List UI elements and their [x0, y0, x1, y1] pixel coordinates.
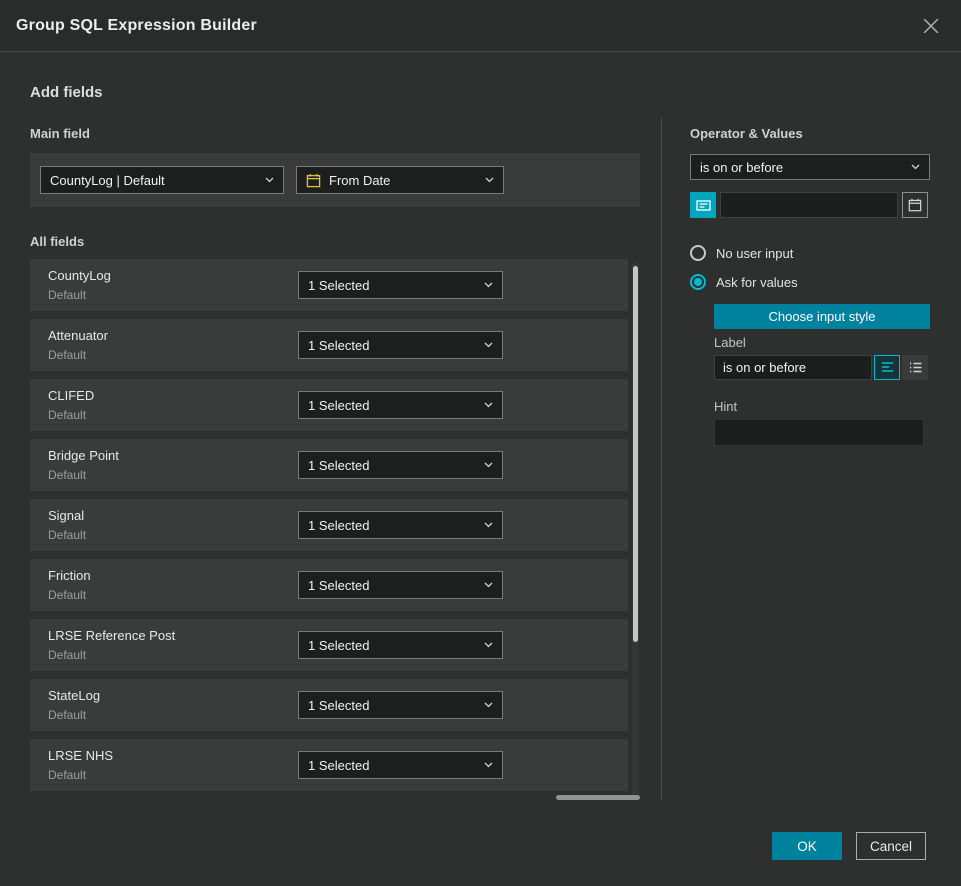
- chevron-down-icon: [484, 642, 493, 648]
- field-selection-select[interactable]: 1 Selected: [298, 571, 503, 599]
- cancel-button[interactable]: Cancel: [856, 832, 926, 860]
- value-input[interactable]: [720, 192, 898, 218]
- field-sublabel: Default: [48, 648, 86, 662]
- field-row: Attenuator Default 1 Selected: [30, 319, 628, 371]
- dialog-titlebar: Group SQL Expression Builder: [0, 0, 961, 52]
- field-name: CountyLog: [48, 268, 111, 283]
- field-sublabel: Default: [48, 588, 86, 602]
- hint-field-label: Hint: [714, 399, 737, 414]
- chevron-down-icon: [484, 282, 493, 288]
- align-left-icon: [881, 361, 894, 374]
- dialog-title: Group SQL Expression Builder: [16, 17, 257, 35]
- list-icon: [909, 361, 922, 374]
- field-sublabel: Default: [48, 768, 86, 782]
- field-row: LRSE NHS Default 1 Selected: [30, 739, 628, 791]
- field-name: Signal: [48, 508, 84, 523]
- operator-values-heading: Operator & Values: [690, 126, 803, 141]
- ok-button[interactable]: OK: [772, 832, 842, 860]
- field-name: Bridge Point: [48, 448, 119, 463]
- chevron-down-icon: [484, 402, 493, 408]
- close-button[interactable]: [917, 12, 945, 40]
- input-field-icon: [696, 198, 711, 213]
- field-row: StateLog Default 1 Selected: [30, 679, 628, 731]
- input-style-text-button[interactable]: [874, 355, 900, 380]
- field-name: LRSE NHS: [48, 748, 113, 763]
- column-divider: [661, 118, 662, 800]
- field-selection-select[interactable]: 1 Selected: [298, 691, 503, 719]
- field-sublabel: Default: [48, 528, 86, 542]
- main-field-date-select[interactable]: From Date: [296, 166, 504, 194]
- field-sublabel: Default: [48, 708, 86, 722]
- operator-select-value: is on or before: [700, 160, 783, 175]
- operator-select[interactable]: is on or before: [690, 154, 930, 180]
- add-fields-heading: Add fields: [30, 84, 103, 101]
- chevron-down-icon: [484, 762, 493, 768]
- field-row: CLIFED Default 1 Selected: [30, 379, 628, 431]
- all-fields-heading: All fields: [30, 234, 84, 249]
- calendar-icon: [306, 173, 321, 188]
- field-row: CountyLog Default 1 Selected: [30, 259, 628, 311]
- field-selection-select[interactable]: 1 Selected: [298, 751, 503, 779]
- field-row: LRSE Reference Post Default 1 Selected: [30, 619, 628, 671]
- field-row: Friction Default 1 Selected: [30, 559, 628, 611]
- field-name: LRSE Reference Post: [48, 628, 175, 643]
- field-selection-select[interactable]: 1 Selected: [298, 271, 503, 299]
- input-mode-button[interactable]: [690, 192, 716, 218]
- chevron-down-icon: [484, 462, 493, 468]
- horizontal-scrollbar-thumb[interactable]: [556, 795, 640, 800]
- field-selection-select[interactable]: 1 Selected: [298, 511, 503, 539]
- field-sublabel: Default: [48, 348, 86, 362]
- radio-checked-icon: [690, 274, 706, 290]
- vertical-scrollbar-thumb[interactable]: [633, 266, 638, 642]
- label-input[interactable]: [714, 355, 872, 380]
- label-field-label: Label: [714, 335, 746, 350]
- field-sublabel: Default: [48, 468, 86, 482]
- main-field-layer-select[interactable]: CountyLog | Default: [40, 166, 284, 194]
- main-field-heading: Main field: [30, 126, 90, 141]
- field-row: Signal Default 1 Selected: [30, 499, 628, 551]
- field-sublabel: Default: [48, 288, 86, 302]
- field-sublabel: Default: [48, 408, 86, 422]
- field-name: CLIFED: [48, 388, 94, 403]
- chevron-down-icon: [911, 164, 920, 170]
- hint-input[interactable]: [714, 419, 924, 446]
- choose-input-style-button[interactable]: Choose input style: [714, 304, 930, 329]
- chevron-down-icon: [265, 177, 274, 183]
- field-selection-select[interactable]: 1 Selected: [298, 391, 503, 419]
- field-name: StateLog: [48, 688, 100, 703]
- all-fields-list: CountyLog Default 1 Selected Attenuator …: [30, 259, 628, 799]
- field-selection-select[interactable]: 1 Selected: [298, 331, 503, 359]
- radio-no-user-input[interactable]: No user input: [690, 245, 793, 261]
- main-field-panel: CountyLog | Default From Date: [30, 153, 640, 207]
- chevron-down-icon: [484, 342, 493, 348]
- chevron-down-icon: [485, 177, 494, 183]
- field-selection-select[interactable]: 1 Selected: [298, 631, 503, 659]
- main-field-layer-select-value: CountyLog | Default: [50, 173, 165, 188]
- field-selection-select[interactable]: 1 Selected: [298, 451, 503, 479]
- date-picker-button[interactable]: [902, 192, 928, 218]
- chevron-down-icon: [484, 522, 493, 528]
- close-icon: [923, 18, 939, 34]
- field-name: Attenuator: [48, 328, 108, 343]
- radio-unchecked-icon: [690, 245, 706, 261]
- field-row: Bridge Point Default 1 Selected: [30, 439, 628, 491]
- field-name: Friction: [48, 568, 91, 583]
- group-sql-expression-builder-dialog: Group SQL Expression Builder Add fields …: [0, 0, 961, 886]
- calendar-icon: [908, 198, 922, 212]
- radio-ask-for-values[interactable]: Ask for values: [690, 274, 798, 290]
- input-style-list-button[interactable]: [902, 355, 928, 380]
- chevron-down-icon: [484, 702, 493, 708]
- chevron-down-icon: [484, 582, 493, 588]
- main-field-date-select-value: From Date: [329, 173, 390, 188]
